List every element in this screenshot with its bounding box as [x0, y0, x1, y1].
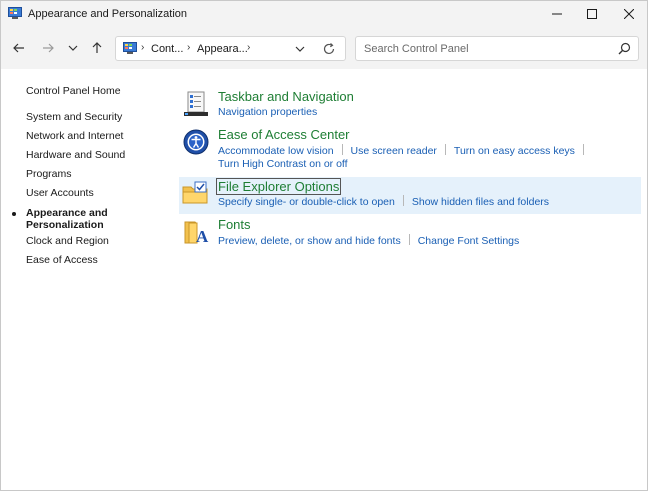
fonts-tasks: Preview, delete, or show and hide fonts C…: [218, 234, 519, 247]
address-bar[interactable]: › Cont... › Appeara... ›: [115, 36, 346, 61]
taskbar-and-navigation-link[interactable]: Taskbar and Navigation: [218, 89, 354, 104]
turn-high-contrast-link[interactable]: Turn High Contrast on or off: [218, 158, 348, 170]
specify-single-or-double-click-link[interactable]: Specify single- or double-click to open: [218, 196, 395, 208]
link-separator: [444, 144, 446, 155]
back-button[interactable]: [10, 39, 28, 57]
sidebar-item-control-panel-home[interactable]: Control Panel Home: [26, 85, 121, 97]
control-panel-icon: [8, 7, 22, 19]
maximize-button[interactable]: [572, 1, 612, 27]
search-box[interactable]: [355, 36, 639, 61]
file-explorer-options-link[interactable]: File Explorer Options: [216, 178, 342, 195]
ease-of-access-icon: [183, 129, 209, 155]
navigation-bar: › Cont... › Appeara... ›: [1, 27, 647, 69]
accommodate-low-vision-link[interactable]: Accommodate low vision: [218, 145, 334, 157]
sidebar-item-appearance-line1: Appearance and: [26, 207, 108, 219]
sidebar-item-clock-and-region[interactable]: Clock and Region: [26, 235, 109, 247]
ease-of-access-center-link[interactable]: Ease of Access Center: [218, 127, 350, 142]
ease-of-access-tasks-row2: Turn High Contrast on or off: [218, 158, 348, 170]
sidebar-item-appearance-line2: Personalization: [26, 219, 104, 231]
arrow-right-icon: [43, 43, 54, 53]
sidebar-item-programs[interactable]: Programs: [26, 168, 72, 180]
forward-button[interactable]: [39, 39, 57, 57]
category-taskbar-and-navigation: Taskbar and Navigation Navigation proper…: [179, 89, 641, 119]
close-button[interactable]: [609, 1, 647, 27]
folder-options-icon: [182, 181, 208, 204]
sidebar-item-system-and-security[interactable]: System and Security: [26, 111, 122, 123]
control-panel-window: Appearance and Personalization › Cont...…: [0, 0, 648, 491]
turn-on-easy-access-keys-link[interactable]: Turn on easy access keys: [454, 145, 575, 157]
svg-text:A: A: [196, 227, 209, 245]
breadcrumb-chevron-icon: ›: [141, 42, 145, 53]
recent-locations-button[interactable]: [64, 39, 82, 57]
maximize-icon: [587, 9, 597, 19]
window-title: Appearance and Personalization: [28, 8, 188, 20]
minimize-button[interactable]: [537, 1, 577, 27]
file-explorer-tasks: Specify single- or double-click to open S…: [218, 195, 549, 208]
sidebar-item-user-accounts[interactable]: User Accounts: [26, 187, 94, 199]
breadcrumb-control-panel[interactable]: Cont...: [151, 43, 183, 55]
taskbar-tasks: Navigation properties: [218, 106, 317, 118]
category-ease-of-access-center: Ease of Access Center Accommodate low vi…: [179, 127, 641, 171]
search-icon[interactable]: [618, 42, 631, 55]
preview-delete-show-hide-fonts-link[interactable]: Preview, delete, or show and hide fonts: [218, 235, 401, 247]
category-file-explorer-options: File Explorer Options Specify single- or…: [179, 177, 641, 214]
breadcrumb-chevron-icon: ›: [247, 42, 251, 53]
change-font-settings-link[interactable]: Change Font Settings: [418, 235, 520, 247]
minimize-icon: [552, 13, 562, 15]
up-button[interactable]: [88, 39, 106, 57]
sidebar-item-ease-of-access[interactable]: Ease of Access: [26, 254, 98, 266]
title-bar: Appearance and Personalization: [1, 1, 647, 27]
show-hidden-files-link[interactable]: Show hidden files and folders: [412, 196, 549, 208]
current-item-bullet-icon: [12, 212, 16, 216]
ease-of-access-tasks-row1: Accommodate low vision Use screen reader T…: [218, 144, 592, 157]
navigation-properties-link[interactable]: Navigation properties: [218, 106, 317, 118]
link-separator: [402, 195, 404, 206]
use-screen-reader-link[interactable]: Use screen reader: [351, 145, 437, 157]
link-separator: [341, 144, 343, 155]
close-icon: [624, 9, 634, 19]
refresh-icon[interactable]: [322, 42, 336, 56]
control-panel-icon: [123, 42, 137, 54]
breadcrumb-appearance[interactable]: Appeara...: [197, 43, 248, 55]
sidebar-item-network-and-internet[interactable]: Network and Internet: [26, 130, 123, 142]
link-separator: [582, 144, 584, 155]
arrow-left-icon: [13, 43, 24, 53]
chevron-down-icon[interactable]: [294, 43, 306, 55]
taskbar-icon: [184, 91, 208, 116]
search-input[interactable]: [356, 37, 606, 60]
breadcrumb-chevron-icon: ›: [187, 42, 191, 53]
category-fonts: A Fonts Preview, delete, or show and hid…: [179, 217, 641, 249]
fonts-icon: A: [184, 221, 209, 245]
chevron-down-icon: [68, 45, 78, 51]
sidebar: Control Panel Home System and Security N…: [1, 69, 171, 489]
fonts-link[interactable]: Fonts: [218, 217, 251, 232]
sidebar-item-hardware-and-sound[interactable]: Hardware and Sound: [26, 149, 125, 161]
link-separator: [408, 234, 410, 245]
arrow-up-icon: [92, 42, 102, 53]
